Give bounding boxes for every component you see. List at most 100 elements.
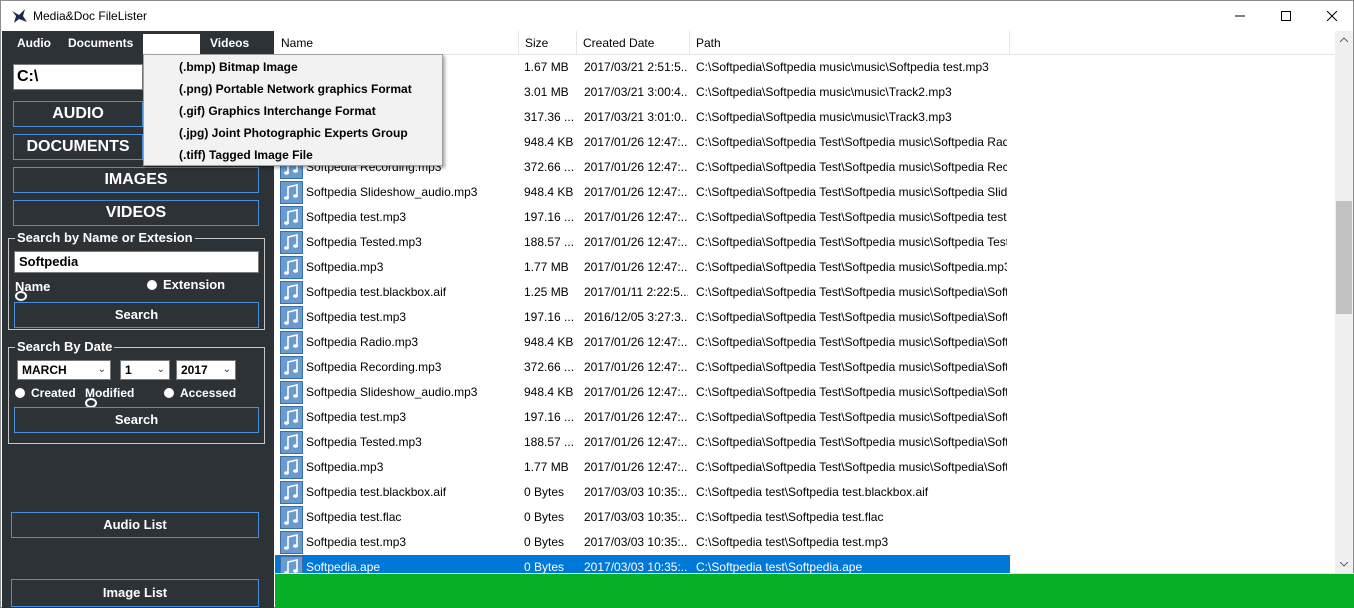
title-bar[interactable]: Media&Doc FileLister: [1, 1, 1353, 31]
table-row[interactable]: Softpedia Slideshow_audio.mp3 948.4 KB 201…: [275, 380, 1010, 405]
row-path: C:\Softpedia\Softpedia Test\Softpedia mu…: [696, 435, 1007, 449]
vertical-scrollbar[interactable]: [1335, 31, 1353, 573]
tab-videos[interactable]: Videos: [210, 36, 249, 50]
name-search-input[interactable]: Softpedia: [14, 251, 259, 273]
row-path: C:\Softpedia test\Softpedia.ape: [696, 560, 863, 573]
row-size: 0 Bytes: [524, 535, 565, 549]
day-select[interactable]: 1 ⌄: [120, 360, 170, 380]
row-size: 317.36 ...: [524, 110, 575, 124]
column-header-created-date[interactable]: Created Date: [577, 31, 690, 55]
image-list-button[interactable]: Image List: [11, 579, 259, 607]
radio-accessed-label: Accessed: [180, 386, 237, 400]
audio-file-icon: [280, 356, 303, 379]
radio-created[interactable]: Created: [15, 386, 76, 400]
table-row[interactable]: Softpedia test.mp3 197.16 ... 2017/01/26 1…: [275, 205, 1010, 230]
audio-file-icon: [280, 531, 303, 554]
row-name: Softpedia Tested.mp3: [306, 235, 422, 249]
audio-file-icon: [280, 431, 303, 454]
table-row[interactable]: Softpedia.ape 0 Bytes 2017/03/03 10:35:...…: [275, 555, 1010, 573]
tab-documents[interactable]: Documents: [68, 36, 133, 50]
table-row[interactable]: Softpedia test.mp3 0 Bytes 2017/03/03 10:3…: [275, 530, 1010, 555]
scrollbar-thumb[interactable]: [1336, 201, 1352, 314]
row-name: Softpedia.mp3: [306, 460, 384, 474]
drive-path-input[interactable]: C:\: [13, 64, 143, 90]
row-created-date: 2017/03/21 3:00:4...: [584, 85, 688, 99]
table-row[interactable]: Softpedia.mp3 1.77 MB 2017/01/26 12:47:...…: [275, 255, 1010, 280]
month-select[interactable]: MARCH ⌄: [17, 360, 111, 380]
menu-item-png[interactable]: (.png) Portable Network graphics Format: [144, 79, 442, 101]
row-size: 197.16 ...: [524, 310, 575, 324]
row-path: C:\Softpedia\Softpedia music\music\Track…: [696, 110, 952, 124]
table-row[interactable]: Softpedia Slideshow_audio.mp3 948.4 KB 201…: [275, 180, 1010, 205]
row-path: C:\Softpedia test\Softpedia test.mp3: [696, 535, 889, 549]
table-row[interactable]: Softpedia Recording.mp3 372.66 ... 2017/01…: [275, 355, 1010, 380]
scroll-up-button[interactable]: [1335, 31, 1353, 48]
audio-file-icon: [280, 381, 303, 404]
documents-button[interactable]: DOCUMENTS: [13, 134, 143, 160]
close-button[interactable]: [1309, 1, 1354, 31]
audio-file-icon: [280, 406, 303, 429]
audio-file-icon: [280, 231, 303, 254]
row-size: 0 Bytes: [524, 560, 565, 573]
search-by-name-group: Search by Name or Extesion Softpedia Nam…: [8, 230, 265, 330]
search-by-name-title: Search by Name or Extesion: [15, 230, 195, 245]
table-row[interactable]: Softpedia test.blackbox.aif 1.25 MB 2017/0…: [275, 280, 1010, 305]
scroll-down-button[interactable]: [1335, 556, 1353, 573]
row-path: C:\Softpedia\Softpedia music\music\Track…: [696, 85, 952, 99]
images-dropdown-menu: (.bmp) Bitmap Image (.png) Portable Netw…: [143, 54, 443, 166]
images-button[interactable]: IMAGES: [13, 167, 259, 193]
maximize-button[interactable]: [1263, 1, 1309, 31]
row-created-date: 2017/03/03 10:35:...: [584, 510, 688, 524]
table-row[interactable]: Softpedia test.mp3 197.16 ... 2016/12/05 3…: [275, 305, 1010, 330]
table-row[interactable]: Softpedia test.blackbox.aif 0 Bytes 2017/0…: [275, 480, 1010, 505]
table-row[interactable]: Softpedia Radio.mp3 948.4 KB 2017/01/26 12…: [275, 330, 1010, 355]
row-name: Softpedia Tested.mp3: [306, 435, 422, 449]
row-path: C:\Softpedia\Softpedia Test\Softpedia mu…: [696, 385, 1007, 399]
radio-accessed[interactable]: Accessed: [164, 386, 236, 400]
radio-name[interactable]: Name: [15, 279, 50, 301]
table-row[interactable]: Softpedia test.flac 0 Bytes 2017/03/03 10:…: [275, 505, 1010, 530]
row-name: Softpedia Recording.mp3: [306, 360, 442, 374]
column-header-path[interactable]: Path: [690, 31, 1010, 55]
row-size: 948.4 KB: [524, 135, 574, 149]
row-created-date: 2017/03/21 3:01:0...: [584, 110, 688, 124]
radio-extension[interactable]: Extension: [147, 277, 225, 292]
row-path: C:\Softpedia\Softpedia Test\Softpedia mu…: [696, 160, 1007, 174]
menu-item-bmp[interactable]: (.bmp) Bitmap Image: [144, 57, 442, 79]
tab-audio[interactable]: Audio: [17, 36, 51, 50]
videos-button[interactable]: VIDEOS: [13, 200, 259, 226]
menu-item-jpg[interactable]: (.jpg) Joint Photographic Experts Group: [144, 123, 442, 145]
row-created-date: 2017/01/26 12:47:...: [584, 210, 688, 224]
row-created-date: 2017/03/03 10:35:...: [584, 535, 688, 549]
row-name: Softpedia.ape: [306, 560, 381, 573]
app-icon: [12, 9, 27, 23]
audio-file-icon: [280, 506, 303, 529]
audio-list-button[interactable]: Audio List: [11, 512, 259, 538]
row-size: 188.57 ...: [524, 435, 575, 449]
menu-item-gif[interactable]: (.gif) Graphics Interchange Format: [144, 101, 442, 123]
table-row[interactable]: Softpedia.mp3 1.77 MB 2017/01/26 12:47:...…: [275, 455, 1010, 480]
year-select[interactable]: 2017 ⌄: [176, 360, 236, 380]
window-title: Media&Doc FileLister: [33, 9, 148, 23]
row-name: Softpedia test.flac: [306, 510, 402, 524]
search-name-button[interactable]: Search: [14, 302, 259, 328]
images-button-label: IMAGES: [104, 171, 168, 188]
audio-file-icon: [280, 556, 303, 573]
row-path: C:\Softpedia\Softpedia Test\Softpedia mu…: [696, 260, 1007, 274]
row-size: 372.66 ...: [524, 160, 575, 174]
row-path: C:\Softpedia\Softpedia Test\Softpedia mu…: [696, 135, 1007, 149]
table-row[interactable]: Softpedia test.mp3 197.16 ... 2017/01/26 1…: [275, 405, 1010, 430]
chevron-down-icon: [1340, 562, 1348, 567]
minimize-button[interactable]: [1217, 1, 1263, 31]
table-row[interactable]: Softpedia Tested.mp3 188.57 ... 2017/01/26…: [275, 230, 1010, 255]
audio-button[interactable]: AUDIO: [13, 101, 143, 127]
row-size: 1.77 MB: [524, 460, 569, 474]
row-path: C:\Softpedia\Softpedia Test\Softpedia mu…: [696, 285, 1007, 299]
column-header-name[interactable]: Name: [275, 31, 519, 55]
menu-item-tiff[interactable]: (.tiff) Tagged Image File: [144, 145, 442, 167]
table-row[interactable]: Softpedia Tested.mp3 188.57 ... 2017/01/26…: [275, 430, 1010, 455]
search-date-button[interactable]: Search: [14, 407, 259, 433]
maximize-icon: [1281, 11, 1291, 21]
column-header-size[interactable]: Size: [519, 31, 577, 55]
radio-modified[interactable]: Modified: [85, 386, 134, 408]
